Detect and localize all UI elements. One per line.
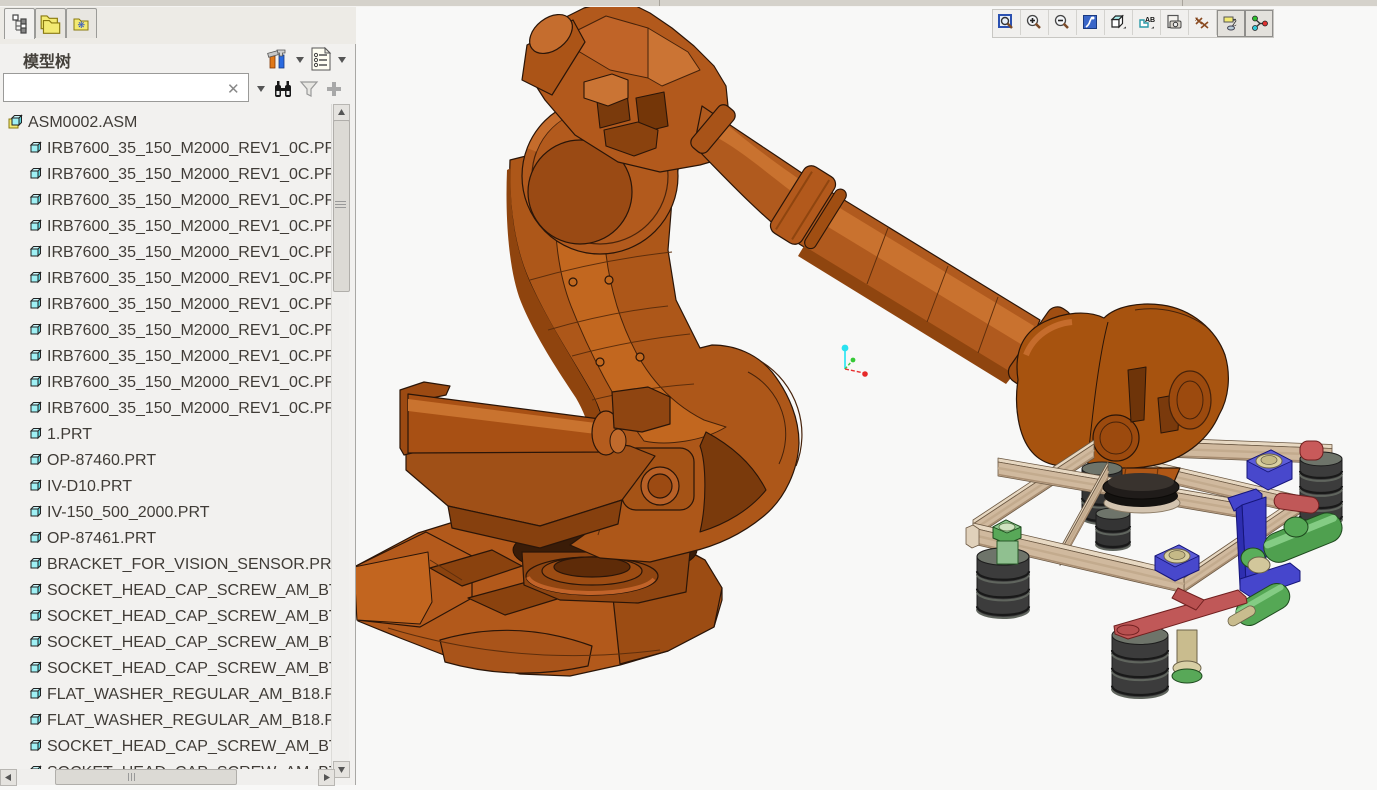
svg-text:❋: ❋: [78, 20, 86, 30]
svg-text:x: x: [1195, 17, 1198, 23]
svg-text:AB: AB: [1145, 17, 1155, 24]
